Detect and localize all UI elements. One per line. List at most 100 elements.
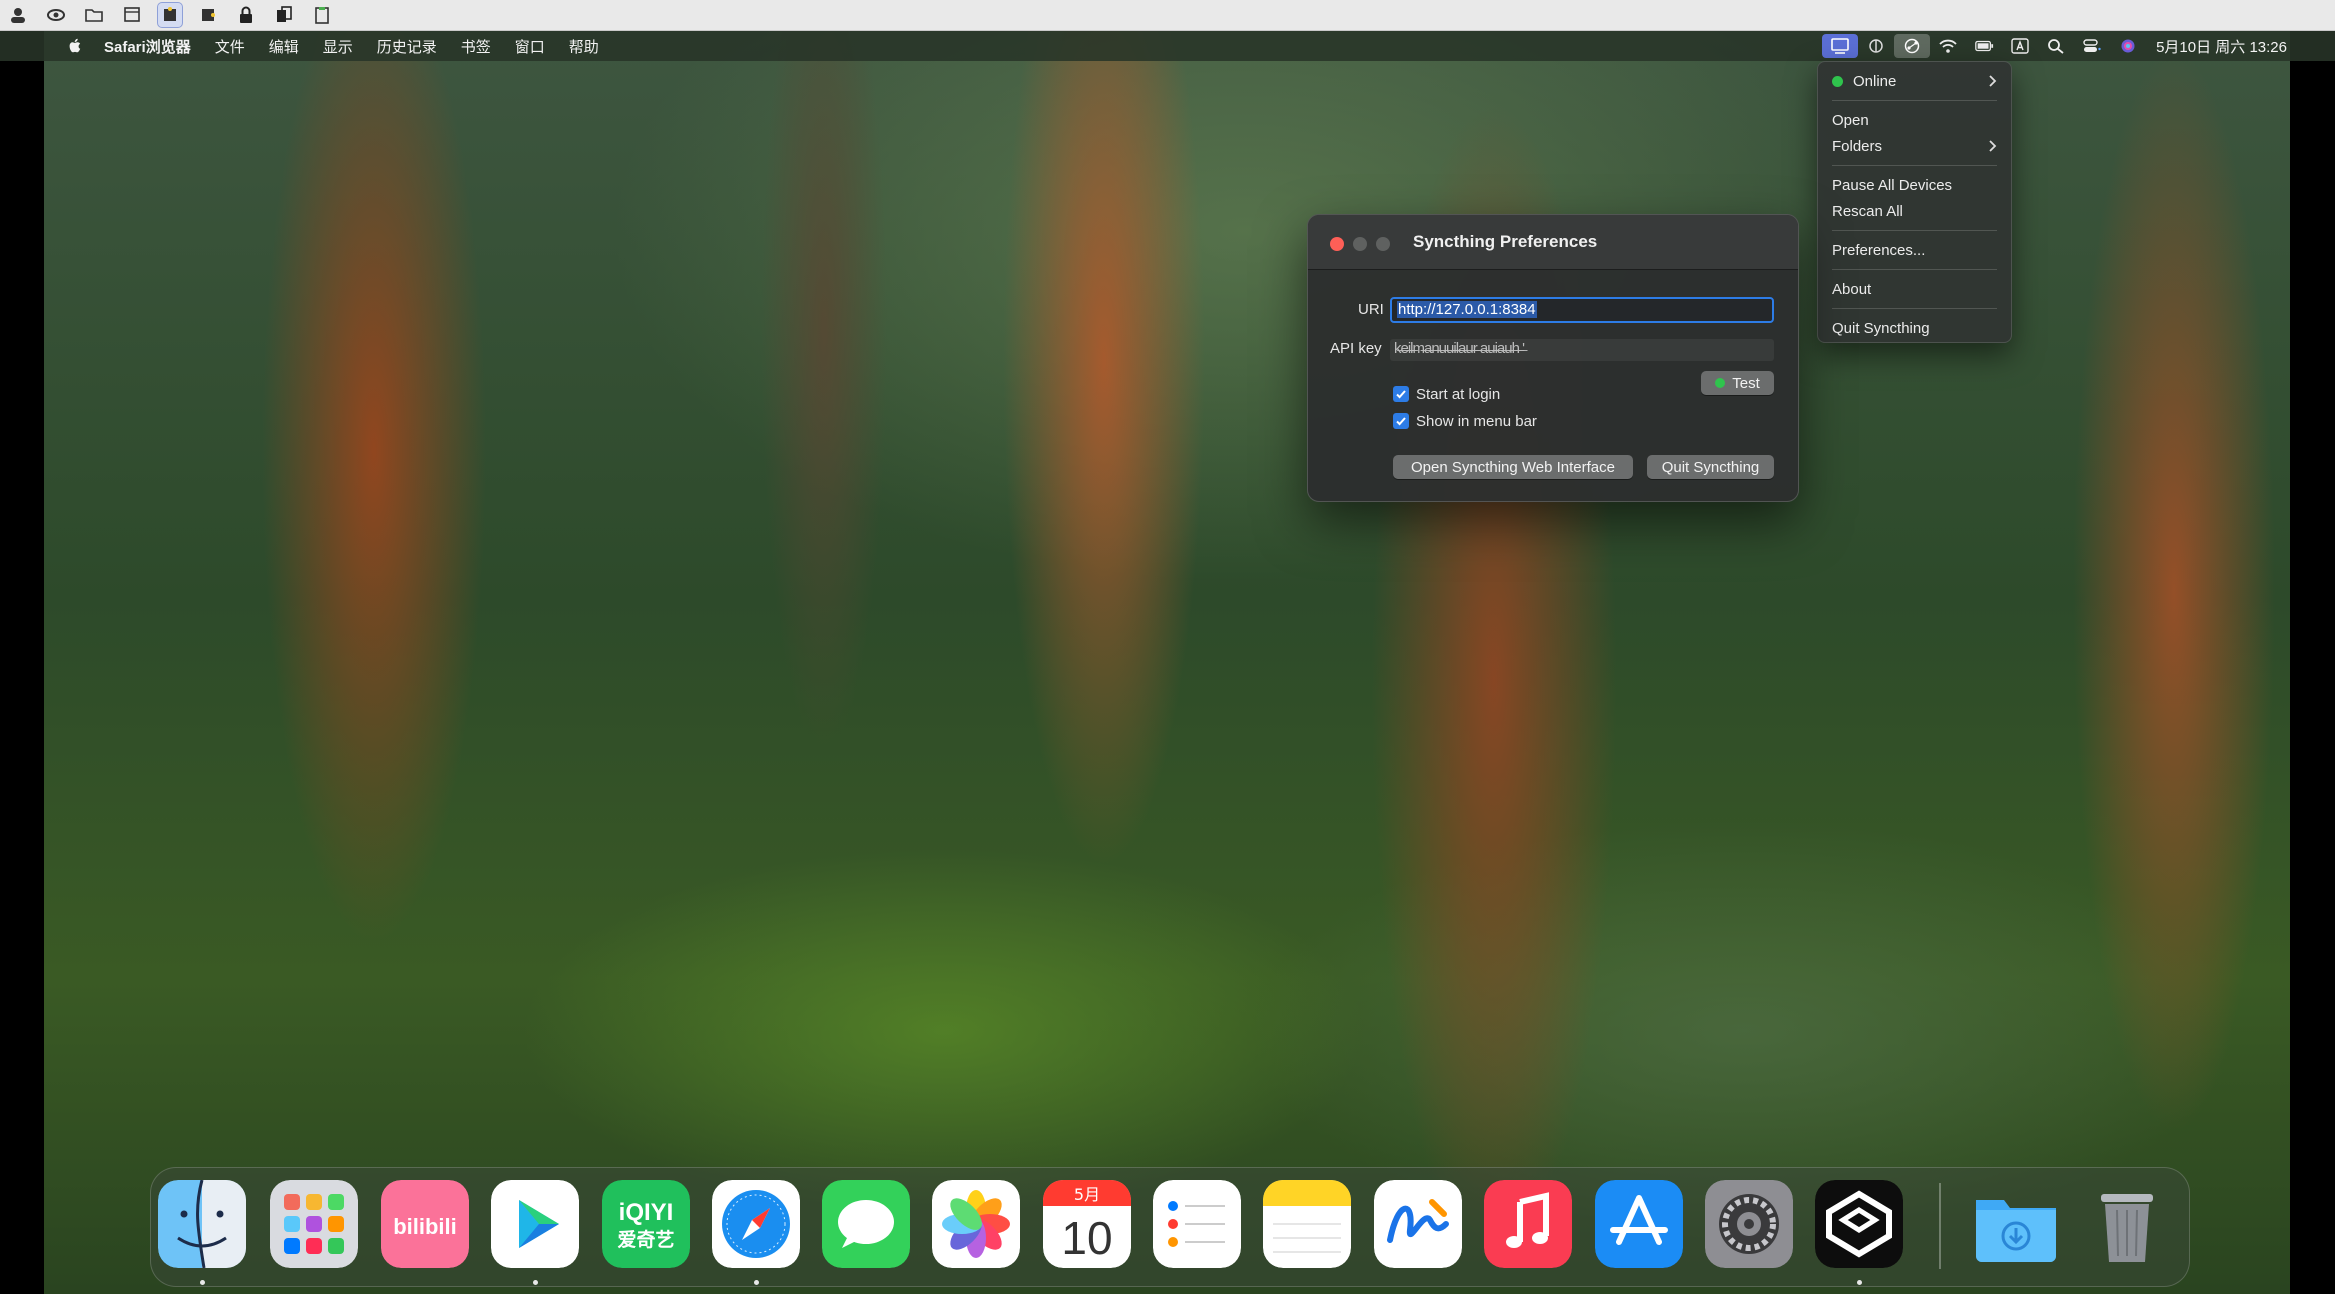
wifi-icon[interactable] xyxy=(1930,31,1966,61)
eye-icon[interactable] xyxy=(44,3,68,27)
checkmark-icon xyxy=(1396,390,1406,399)
menu-open-label: Open xyxy=(1832,111,1869,129)
test-button[interactable]: Test xyxy=(1701,371,1774,395)
chevron-right-icon xyxy=(1989,75,1997,87)
quit-syncthing-button[interactable]: Quit Syncthing xyxy=(1647,455,1774,479)
apple-logo-icon[interactable] xyxy=(66,37,86,55)
input-method-icon[interactable] xyxy=(2002,31,2038,61)
menu-folders[interactable]: Folders xyxy=(1818,133,2011,159)
running-indicator xyxy=(754,1280,759,1285)
photos-icon[interactable] xyxy=(932,1180,1020,1268)
minimize-button[interactable] xyxy=(1353,237,1367,251)
screen-share-icon[interactable] xyxy=(1822,34,1859,58)
menu-view[interactable]: 显示 xyxy=(323,36,353,57)
safari-icon[interactable] xyxy=(712,1180,800,1268)
menu-rescan-all[interactable]: Rescan All xyxy=(1818,198,2011,224)
user-icon[interactable] xyxy=(6,3,30,27)
running-indicator xyxy=(533,1280,538,1285)
trash-icon[interactable] xyxy=(2083,1180,2171,1268)
puzzle-alt-icon[interactable] xyxy=(196,3,220,27)
show-in-menu-bar-label[interactable]: Show in menu bar xyxy=(1416,413,1537,430)
menu-bar: Safari浏览器 文件 编辑 显示 历史记录 书签 窗口 帮助 5月10日 周… xyxy=(0,31,2335,61)
calendar-icon[interactable]: 5月 10 xyxy=(1043,1180,1131,1268)
test-button-label: Test xyxy=(1732,374,1760,392)
siri-icon[interactable] xyxy=(2110,31,2146,61)
chevron-right-icon xyxy=(1989,140,1997,152)
launchpad-icon[interactable] xyxy=(270,1180,358,1268)
menu-edit[interactable]: 编辑 xyxy=(269,36,299,57)
syncthing-icon[interactable] xyxy=(1894,34,1931,58)
test-status-icon xyxy=(1715,378,1726,388)
bolt-icon[interactable] xyxy=(1858,31,1894,61)
menu-preferences-label: Preferences... xyxy=(1832,241,1926,259)
menu-pause-all[interactable]: Pause All Devices xyxy=(1818,172,2011,198)
menu-preferences[interactable]: Preferences... xyxy=(1818,237,2011,263)
menu-rescan-all-label: Rescan All xyxy=(1832,202,1903,220)
downloads-folder-icon[interactable] xyxy=(1972,1180,2060,1268)
folder-open-icon[interactable] xyxy=(82,3,106,27)
zoom-button[interactable] xyxy=(1376,237,1390,251)
uri-field[interactable]: http://127.0.0.1:8384 xyxy=(1390,297,1774,323)
lock-icon[interactable] xyxy=(234,3,258,27)
menu-separator xyxy=(1832,308,1997,309)
menu-pause-all-label: Pause All Devices xyxy=(1832,176,1953,194)
uri-value: http://127.0.0.1:8384 xyxy=(1397,301,1537,318)
freeform-icon[interactable] xyxy=(1374,1180,1462,1268)
menu-bookmarks[interactable]: 书签 xyxy=(461,36,491,57)
system-settings-icon[interactable] xyxy=(1705,1180,1793,1268)
menu-about[interactable]: About xyxy=(1818,276,2011,302)
menu-separator xyxy=(1832,269,1997,270)
video-player-icon[interactable] xyxy=(491,1180,579,1268)
menu-clock[interactable]: 5月10日 周六 13:26 xyxy=(2156,36,2287,57)
finder-icon[interactable] xyxy=(158,1180,246,1268)
bilibili-icon[interactable]: bilibili xyxy=(381,1180,469,1268)
start-at-login-label[interactable]: Start at login xyxy=(1416,386,1500,403)
calendar-day: 10 xyxy=(1061,1212,1112,1264)
menu-quit[interactable]: Quit Syncthing xyxy=(1818,315,2011,341)
puzzle-icon[interactable] xyxy=(157,2,183,28)
api-key-label: API key xyxy=(1330,340,1382,357)
status-label: Online xyxy=(1853,72,1897,90)
menu-history[interactable]: 历史记录 xyxy=(377,36,437,57)
checkmark-icon xyxy=(1396,417,1406,426)
reminders-icon[interactable] xyxy=(1153,1180,1241,1268)
window-titlebar[interactable]: Syncthing Preferences xyxy=(1308,215,1798,270)
online-status-icon xyxy=(1832,75,1843,87)
messages-icon[interactable] xyxy=(822,1180,910,1268)
menu-help[interactable]: 帮助 xyxy=(569,36,599,57)
clipboard-icon[interactable] xyxy=(310,3,334,27)
status-area: 5月10日 周六 13:26 xyxy=(1822,31,2335,61)
iqiyi-icon[interactable]: iQIYI 爱奇艺 xyxy=(602,1180,690,1268)
window-icon[interactable] xyxy=(120,3,144,27)
iqiyi-logo-text-cn: 爱奇艺 xyxy=(617,1228,674,1251)
running-indicator xyxy=(1857,1280,1862,1285)
start-at-login-checkbox[interactable] xyxy=(1393,386,1409,402)
api-key-field[interactable]: k̶e̶i̶l̶m̶a̶n̶u̶u̶i̶l̶a̶u̶r̶ ̶a̶u̶i̶a̶u̶… xyxy=(1390,339,1774,361)
control-center-icon[interactable] xyxy=(2074,31,2110,61)
cube-app-icon[interactable] xyxy=(1815,1180,1903,1268)
bilibili-logo-text: bilibili xyxy=(393,1214,457,1239)
menu-folders-label: Folders xyxy=(1832,137,1883,155)
music-icon[interactable] xyxy=(1484,1180,1572,1268)
preferences-window: Syncthing Preferences URI http://127.0.0… xyxy=(1307,214,1799,502)
copy-icon[interactable] xyxy=(272,3,296,27)
iqiyi-logo-text: iQIYI xyxy=(619,1199,674,1226)
menu-app-name[interactable]: Safari浏览器 xyxy=(104,36,191,57)
close-button[interactable] xyxy=(1330,237,1344,251)
menu-file[interactable]: 文件 xyxy=(215,36,245,57)
battery-icon[interactable] xyxy=(1966,31,2002,61)
menu-about-label: About xyxy=(1832,280,1872,298)
show-in-menu-bar-checkbox[interactable] xyxy=(1393,413,1409,429)
dock-divider xyxy=(1939,1183,1941,1269)
menu-quit-label: Quit Syncthing xyxy=(1832,319,1930,337)
app-store-icon[interactable] xyxy=(1595,1180,1683,1268)
notes-icon[interactable] xyxy=(1263,1180,1351,1268)
open-web-interface-button[interactable]: Open Syncthing Web Interface xyxy=(1393,455,1633,479)
menu-status-online[interactable]: Online xyxy=(1818,68,2011,94)
menu-window[interactable]: 窗口 xyxy=(515,36,545,57)
search-icon[interactable] xyxy=(2038,31,2074,61)
host-toolbar xyxy=(0,0,2335,31)
menu-separator xyxy=(1832,230,1997,231)
menu-open[interactable]: Open xyxy=(1818,107,2011,133)
calendar-month: 5月 xyxy=(1074,1185,1100,1204)
